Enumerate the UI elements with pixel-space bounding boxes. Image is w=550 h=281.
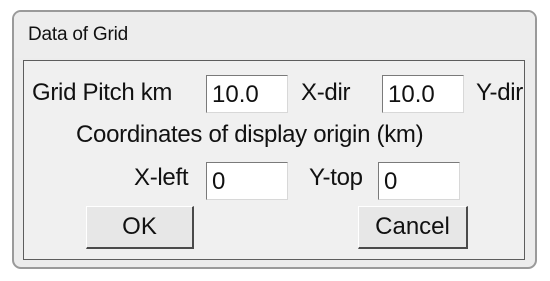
ok-button[interactable]: OK xyxy=(86,206,194,249)
y-dir-label: Y-dir xyxy=(476,79,523,106)
dialog-content: Grid Pitch km X-dir Y-dir Coordinates of… xyxy=(23,60,525,260)
cancel-button[interactable]: Cancel xyxy=(358,206,468,249)
title-bar[interactable]: Data of Grid xyxy=(14,12,535,58)
x-dir-label: X-dir xyxy=(301,79,351,106)
y-top-input[interactable] xyxy=(378,162,460,200)
dialog-title: Data of Grid xyxy=(28,24,129,45)
grid-pitch-x-input[interactable] xyxy=(206,75,288,113)
x-left-input[interactable] xyxy=(206,162,288,200)
grid-data-dialog: Data of Grid Grid Pitch km X-dir Y-dir C… xyxy=(12,10,537,269)
grid-pitch-label: Grid Pitch km xyxy=(32,79,173,106)
y-top-label: Y-top xyxy=(309,164,363,191)
x-left-label: X-left xyxy=(134,164,189,191)
display-origin-heading: Coordinates of display origin (km) xyxy=(76,121,424,148)
grid-pitch-y-input[interactable] xyxy=(382,75,464,113)
